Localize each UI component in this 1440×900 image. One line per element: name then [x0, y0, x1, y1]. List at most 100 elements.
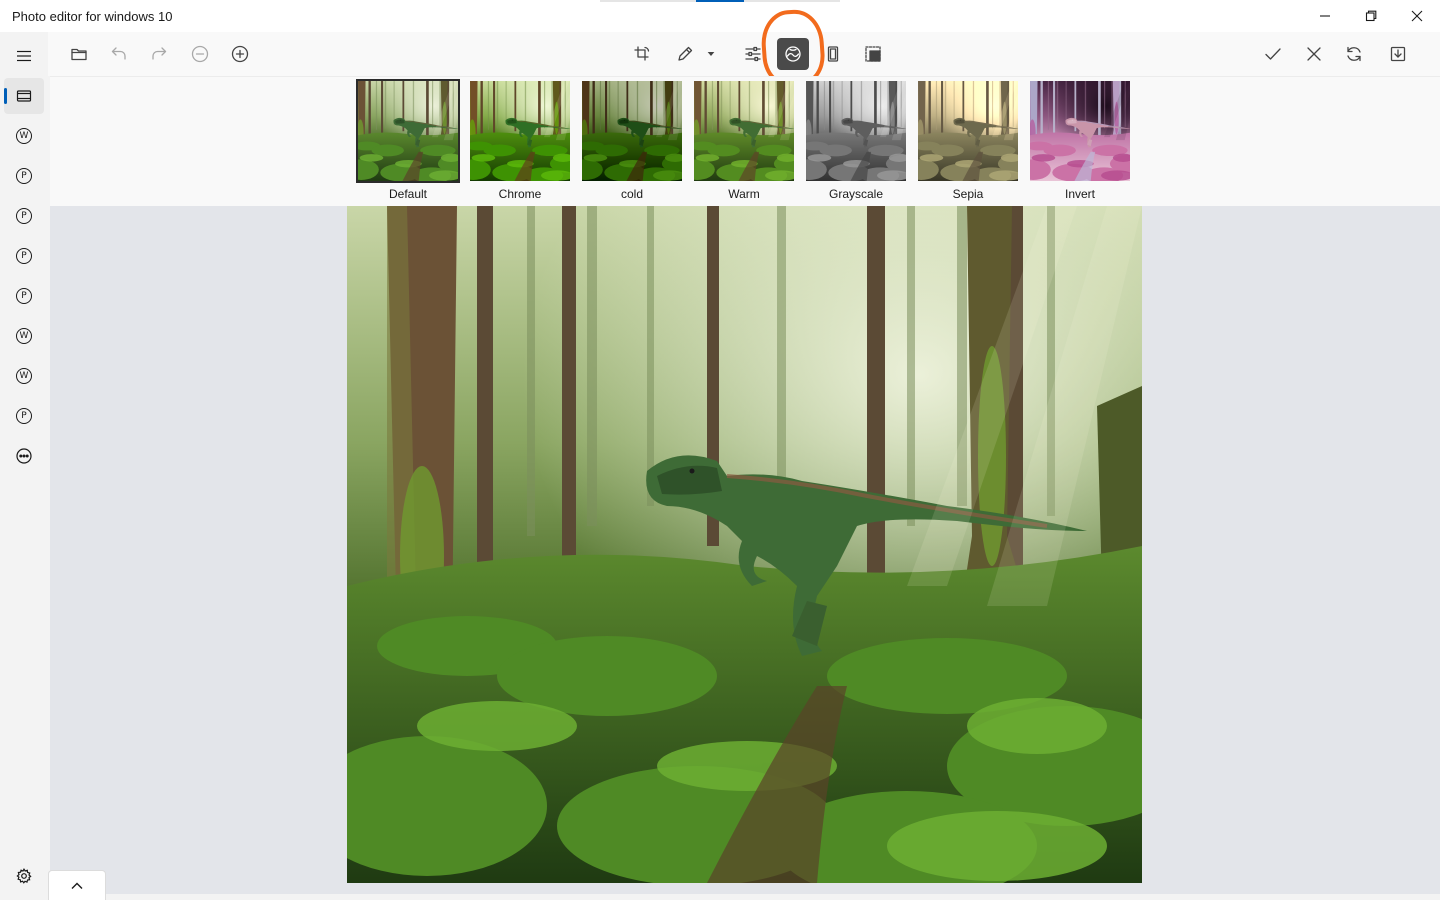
close-icon: [1411, 10, 1423, 22]
canvas-area: [50, 206, 1440, 894]
circled-letter-icon: W: [16, 368, 32, 384]
filter-warm[interactable]: Warm: [692, 81, 796, 205]
zoom-in-button[interactable]: [224, 38, 256, 70]
window-title: Photo editor for windows 10: [12, 8, 173, 24]
filter-thumbnail: [470, 81, 570, 181]
settings-button[interactable]: [12, 866, 36, 886]
thumbnail-image: [582, 81, 682, 181]
filter-chrome[interactable]: Chrome: [468, 81, 572, 205]
filter-strip: Default Chrome cold Warm Grayscale Sepia…: [50, 76, 1440, 206]
cancel-x-icon: [1307, 47, 1321, 61]
resize-icon: [865, 46, 881, 62]
close-button[interactable]: [1394, 0, 1440, 32]
reset-icon: [1347, 46, 1361, 62]
draw-button[interactable]: [669, 38, 701, 70]
filter-grayscale[interactable]: Grayscale: [804, 81, 908, 205]
selection-indicator: [4, 88, 7, 104]
sidebar-item-p5[interactable]: P: [4, 398, 44, 434]
crop-rotate-icon: [634, 46, 650, 61]
sidebar-item-w2[interactable]: W: [4, 318, 44, 354]
frame-icon: [827, 46, 839, 62]
thumbnail-image: [806, 81, 906, 181]
filter-label: Chrome: [498, 187, 542, 201]
filter-thumbnail: [356, 79, 460, 183]
thumbnail-image: [358, 81, 458, 181]
filter-label: Sepia: [952, 187, 984, 201]
circled-letter-icon: P: [16, 408, 32, 424]
filter-thumbnail: [918, 81, 1018, 181]
minimize-button[interactable]: [1302, 0, 1348, 32]
chevron-up-icon: [71, 882, 83, 889]
circled-letter-icon: W: [16, 328, 32, 344]
sidebar-item-w1[interactable]: W: [4, 118, 44, 154]
window-controls: [1302, 0, 1440, 32]
title-bar: Photo editor for windows 10: [0, 0, 1440, 32]
draw-pen-icon: [678, 46, 693, 61]
circled-letter-icon: W: [16, 128, 32, 144]
save-icon: [1390, 46, 1406, 62]
sidebar-item-p2[interactable]: P: [4, 198, 44, 234]
filter-thumbnail: [806, 81, 906, 181]
apply-button[interactable]: [1257, 38, 1289, 70]
sidebar: W P P P P W W P: [0, 32, 48, 900]
circled-letter-icon: P: [16, 208, 32, 224]
open-folder-icon: [71, 48, 87, 61]
resize-button[interactable]: [857, 38, 889, 70]
dropdown-icon: [707, 52, 715, 56]
thumbnail-image: [694, 81, 794, 181]
open-button[interactable]: [63, 38, 95, 70]
filter-label: Default: [388, 187, 428, 201]
filter-cold[interactable]: cold: [580, 81, 684, 205]
more-circle-icon: [16, 448, 32, 464]
apply-check-icon: [1265, 48, 1281, 60]
reset-button[interactable]: [1338, 38, 1370, 70]
filter-invert[interactable]: Invert: [1028, 81, 1132, 205]
frame-button[interactable]: [817, 38, 849, 70]
filters-button[interactable]: [777, 38, 809, 70]
zoom-in-icon: [231, 45, 249, 63]
sidebar-item-p4[interactable]: P: [4, 278, 44, 314]
undo-icon: [111, 47, 126, 60]
hamburger-menu-button[interactable]: [4, 38, 44, 74]
thumbnail-image: [918, 81, 1018, 181]
zoom-out-button[interactable]: [184, 38, 216, 70]
draw-dropdown-button[interactable]: [700, 38, 722, 70]
filter-label: cold: [620, 187, 643, 201]
crop-rotate-button[interactable]: [626, 38, 658, 70]
circled-letter-icon: P: [16, 288, 32, 304]
more-options-button[interactable]: [4, 438, 44, 474]
collapse-panel-button[interactable]: [48, 870, 106, 900]
filter-thumbnail: [582, 81, 682, 181]
filter-thumbnail: [1030, 81, 1130, 181]
restore-icon: [1365, 10, 1377, 22]
minimize-icon: [1320, 15, 1330, 17]
filter-thumbnail: [694, 81, 794, 181]
sidebar-item-p3[interactable]: P: [4, 238, 44, 274]
filter-label: Grayscale: [828, 187, 884, 201]
filters-icon: [785, 46, 801, 62]
gear-icon: [16, 868, 32, 884]
circled-letter-icon: P: [16, 248, 32, 264]
thumbnail-image: [1030, 81, 1130, 181]
sidebar-item-p1[interactable]: P: [4, 158, 44, 194]
restore-button[interactable]: [1348, 0, 1394, 32]
undo-button[interactable]: [103, 38, 135, 70]
sidebar-item-w3[interactable]: W: [4, 358, 44, 394]
photo-image: [347, 206, 1142, 883]
toolbar: [48, 32, 1440, 76]
adjust-sliders-icon: [745, 46, 761, 62]
cancel-button[interactable]: [1298, 38, 1330, 70]
sidebar-item-filmstrip[interactable]: [4, 78, 44, 114]
filter-sepia[interactable]: Sepia: [916, 81, 1020, 205]
adjust-button[interactable]: [737, 38, 769, 70]
dinosaur-forest-photo[interactable]: [347, 206, 1142, 883]
filmstrip-icon: [16, 90, 32, 102]
thumbnail-image: [470, 81, 570, 181]
zoom-out-icon: [191, 45, 209, 63]
filter-default[interactable]: Default: [356, 79, 460, 205]
redo-button[interactable]: [143, 38, 175, 70]
drag-region-indicator: [600, 0, 840, 2]
save-button[interactable]: [1382, 38, 1414, 70]
filter-label: Invert: [1064, 187, 1095, 201]
redo-icon: [152, 47, 167, 60]
